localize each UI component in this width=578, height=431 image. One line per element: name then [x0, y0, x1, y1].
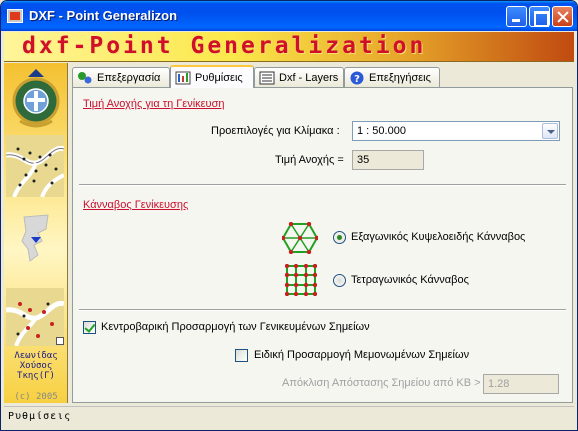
author-name: Λεωνίδας — [14, 351, 58, 361]
tab-processing[interactable]: Επεξεργασία — [72, 67, 170, 87]
maximize-button[interactable] — [529, 6, 550, 27]
scale-select-value: 1 : 50.000 — [357, 125, 406, 137]
centroid-adjust-label: Κεντροβαρική Προσαρμογή των Γενικευμένων… — [101, 321, 370, 333]
square-grid-icon — [285, 264, 317, 296]
tolerance-section-title: Τιμή Ανοχής για τη Γενίκευση — [83, 98, 225, 110]
grid-section-title: Κάνναβος Γενίκευσης — [83, 199, 189, 211]
banner-title: dxf-Point Generalization — [22, 33, 427, 59]
author-dept: Τκης(Γ) — [17, 371, 55, 381]
tolerance-value-field[interactable]: 35 — [352, 150, 424, 170]
greece-map-icon — [21, 214, 49, 262]
hex-grid-label: Εξαγωνικός Κυψελοειδής Κάνναβος — [351, 231, 526, 243]
square-grid-radio[interactable] — [333, 274, 346, 287]
tab-dxf-layers-label: Dxf - Layers — [279, 71, 339, 84]
tab-settings[interactable]: Ρυθμίσεις — [170, 65, 254, 88]
author-surname: Χούσος — [19, 361, 53, 371]
tolerance-value-label: Τιμή Ανοχής = — [275, 154, 344, 166]
scale-presets-label: Προεπιλογές για Κλίμακα : — [211, 125, 340, 137]
app-banner: dxf-Point Generalization — [4, 32, 574, 62]
close-button[interactable] — [552, 6, 573, 27]
scale-select[interactable]: 1 : 50.000 — [352, 121, 560, 141]
tab-explanations[interactable]: ? Επεξηγήσεις — [344, 67, 440, 87]
hexagonal-grid-icon — [282, 222, 318, 254]
point-map-icon — [6, 135, 64, 197]
section-divider — [79, 184, 566, 186]
small-indicator — [56, 337, 64, 345]
tab-dxf-layers[interactable]: Dxf - Layers — [254, 67, 344, 87]
isolated-adjust-checkbox[interactable] — [235, 349, 248, 362]
left-decoration-panel: Λεωνίδας Χούσος Τκης(Γ) (c) 2005 — [4, 63, 68, 403]
author-year: (c) 2005 — [14, 392, 58, 402]
chevron-down-icon[interactable] — [542, 123, 558, 139]
app-window: DXF - Point Generalizon dxf-Point Genera… — [0, 0, 578, 431]
tab-processing-label: Επεξεργασία — [97, 71, 161, 84]
deviation-field[interactable]: 1.28 — [483, 374, 559, 394]
title-bar[interactable]: DXF - Point Generalizon — [1, 1, 577, 31]
layers-icon — [259, 71, 275, 84]
settings-icon — [175, 71, 191, 84]
tab-settings-label: Ρυθμίσεις — [195, 71, 243, 84]
centroid-adjust-checkbox[interactable] — [83, 321, 96, 334]
help-icon: ? — [350, 71, 364, 85]
hex-grid-radio[interactable] — [333, 231, 346, 244]
tab-explanations-label: Επεξηγήσεις — [369, 71, 431, 84]
settings-panel: Τιμή Ανοχής για τη Γενίκευση Προεπιλογές… — [72, 87, 573, 403]
deviation-label: Απόκλιση Απόστασης Σημείου από ΚΒ > — [282, 377, 481, 389]
isolated-adjust-label: Ειδική Προσαρμογή Μεμονωμένων Σημείων — [254, 349, 470, 361]
window-title: DXF - Point Generalizon — [29, 8, 178, 23]
section-divider — [79, 309, 566, 311]
svg-text:?: ? — [354, 74, 360, 85]
status-text: Ρυθμίσεις — [8, 411, 72, 422]
app-icon — [7, 9, 23, 23]
emblem-icon — [12, 69, 60, 128]
process-icon — [78, 71, 92, 83]
square-grid-label: Τετραγωνικός Κάνναβος — [351, 274, 469, 286]
minimize-button[interactable] — [506, 6, 527, 27]
status-bar: Ρυθμίσεις — [4, 406, 574, 426]
